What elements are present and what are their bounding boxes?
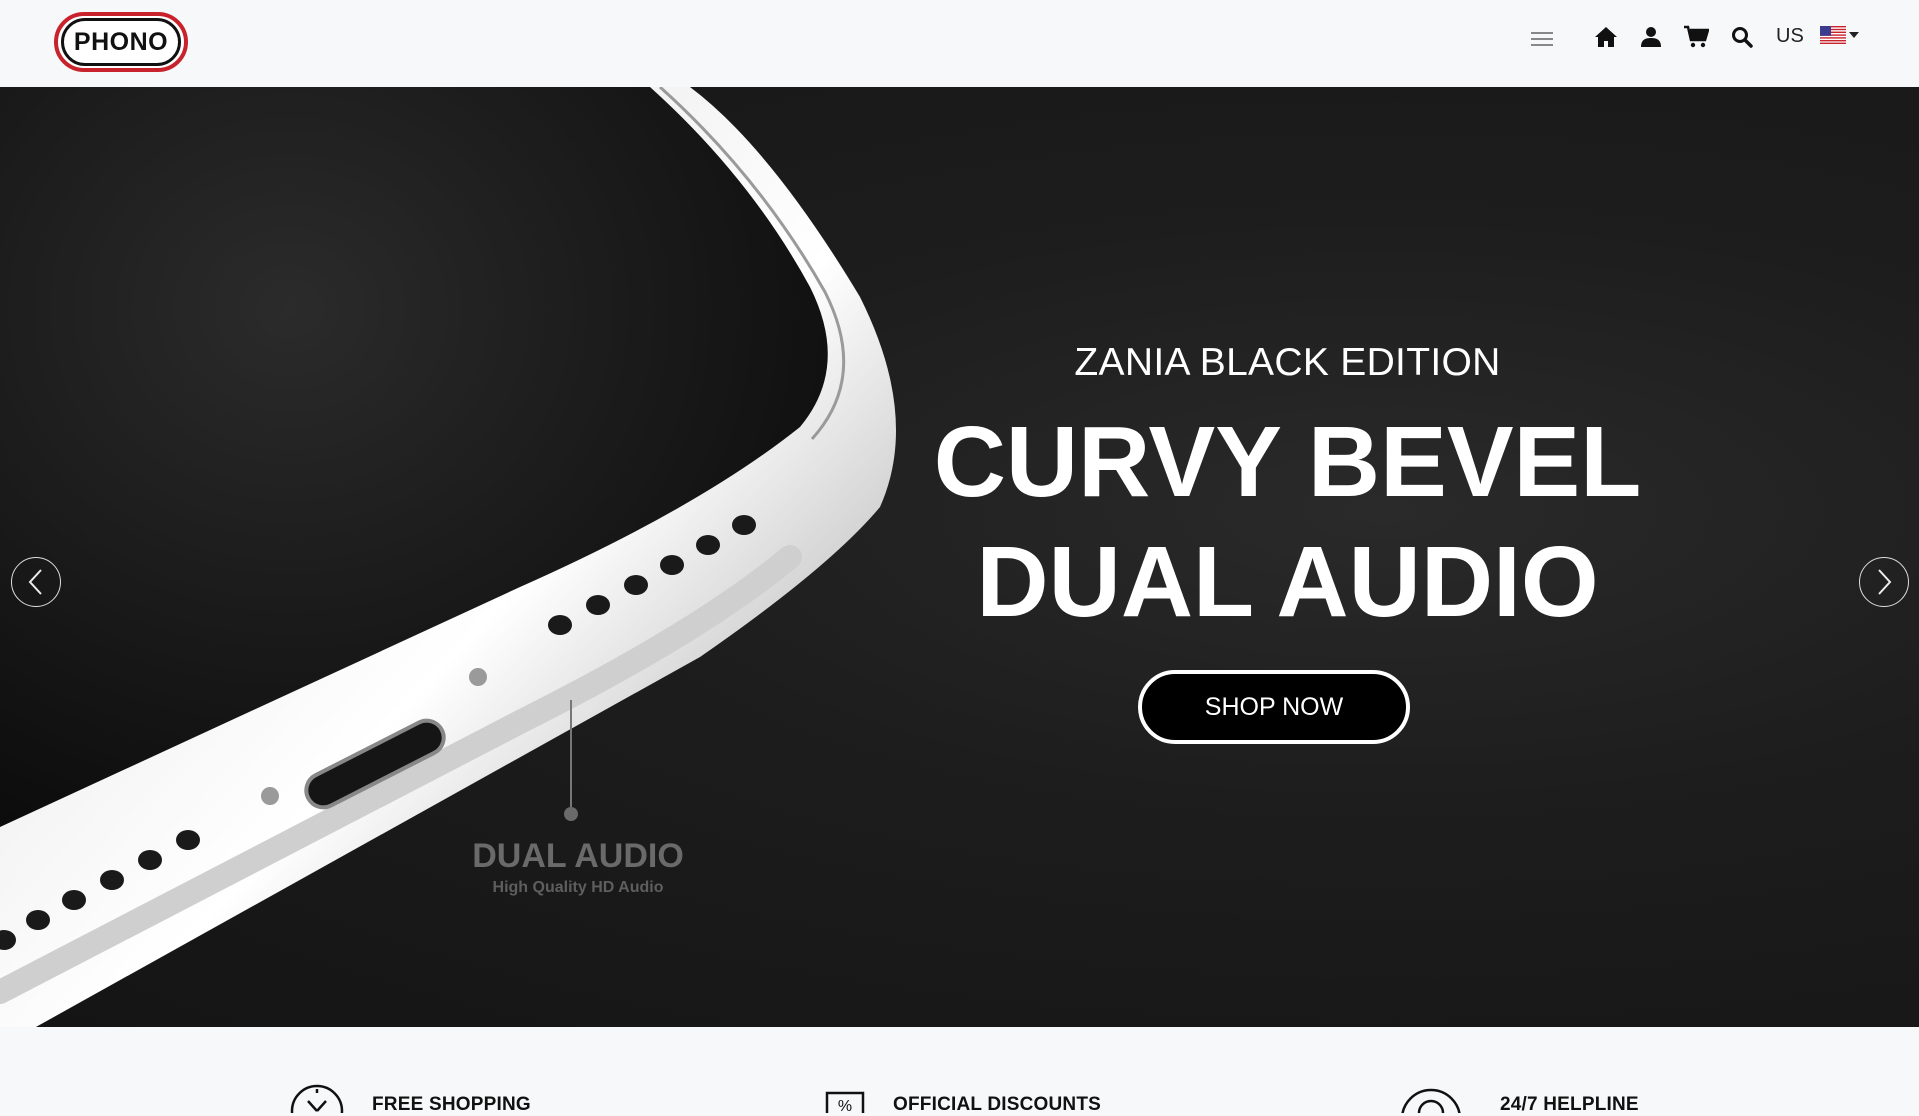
features-strip: FREE SHOPPING % OFFICIAL DISCOUNTS 24/7 … [0,1027,1919,1116]
feature-free-shopping: FREE SHOPPING [290,1027,531,1116]
chevron-down-icon [1849,32,1859,38]
hero-title-line2: DUAL AUDIO [976,526,1599,638]
hero-banner: DUAL AUDIO High Quality HD Audio ZANIA B… [0,87,1919,1027]
delivery-clock-icon [290,1084,344,1113]
language-selector[interactable] [1820,26,1859,44]
feature-official-discounts: % OFFICIAL DISCOUNTS [825,1027,1101,1116]
support-icon [1401,1088,1461,1113]
chevron-left-icon [28,569,42,595]
percent-tag-icon: % [825,1091,865,1113]
site-header: PHONO US [0,0,1919,87]
callout-line [570,700,572,807]
hero-subtitle: ZANIA BLACK EDITION [1074,341,1501,384]
cart-icon[interactable] [1683,24,1709,50]
callout-dot [564,807,578,821]
callout-subtitle: High Quality HD Audio [492,879,664,896]
logo-badge: PHONO [61,18,181,66]
svg-text:%: % [838,1098,852,1113]
carousel-prev-button[interactable] [11,557,61,607]
logo-text: PHONO [73,27,169,56]
callout-title: DUAL AUDIO [472,837,684,875]
hero-title-line1: CURVY BEVEL [933,406,1642,518]
search-icon[interactable] [1729,24,1755,50]
home-icon[interactable] [1593,24,1619,50]
carousel-next-button[interactable] [1859,557,1909,607]
locale-label[interactable]: US [1776,24,1804,48]
chevron-right-icon [1878,569,1892,595]
user-icon[interactable] [1638,24,1664,50]
shop-now-button[interactable]: SHOP NOW [1138,670,1410,744]
us-flag-icon [1820,26,1846,44]
menu-icon[interactable] [1530,27,1554,51]
feature-helpline: 24/7 HELPLINE [1400,1027,1639,1116]
logo[interactable]: PHONO [54,12,188,72]
